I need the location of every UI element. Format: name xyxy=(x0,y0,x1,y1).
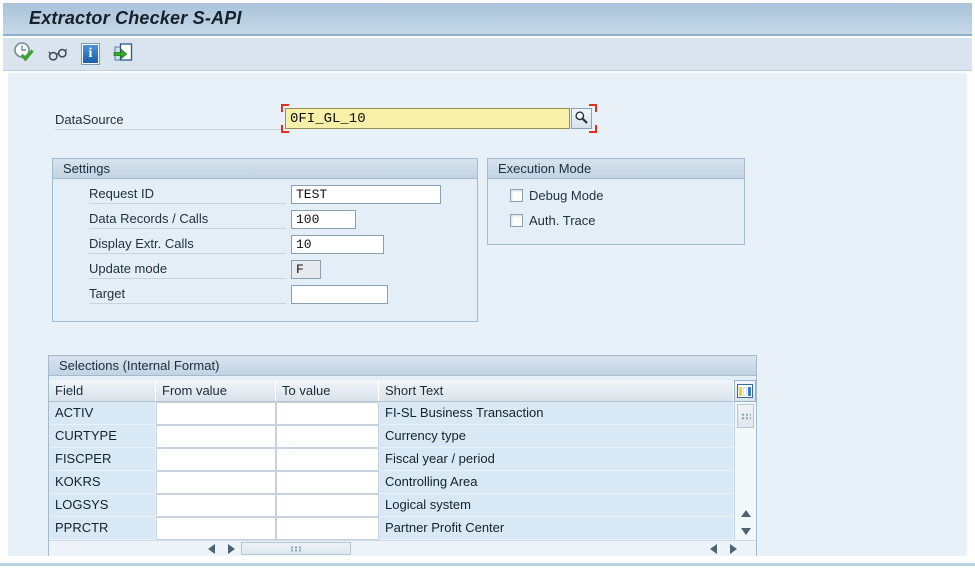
table-row: CURTYPE Currency type xyxy=(49,425,756,448)
table-row: ACTIV FI-SL Business Transaction xyxy=(49,402,756,425)
page-title: Extractor Checker S-API xyxy=(29,3,242,34)
triangle-up-icon xyxy=(741,510,751,517)
vertical-scrollbar[interactable] xyxy=(734,402,756,540)
settings-group: Settings Request ID Data Records / Calls… xyxy=(52,158,478,322)
display-button[interactable] xyxy=(45,42,70,67)
update-mode-label: Update mode xyxy=(89,260,286,279)
application-toolbar: i xyxy=(3,38,972,71)
horizontal-scrollbar[interactable] xyxy=(49,540,756,556)
from-value-cell[interactable] xyxy=(156,448,276,471)
to-value-cell[interactable] xyxy=(276,402,379,425)
scroll-left-button[interactable] xyxy=(202,541,220,556)
short-text-cell: Partner Profit Center xyxy=(379,517,734,540)
datasource-label: DataSource xyxy=(55,110,285,130)
target-label: Target xyxy=(89,285,286,304)
execution-mode-group: Execution Mode Debug Mode Auth. Trace xyxy=(487,158,745,245)
from-value-cell[interactable] xyxy=(156,425,276,448)
selections-group-title: Selections (Internal Format) xyxy=(49,356,756,376)
short-text-cell: Logical system xyxy=(379,494,734,517)
to-value-cell[interactable] xyxy=(276,494,379,517)
table-row: LOGSYS Logical system xyxy=(49,494,756,517)
table-row: PPRCTR Partner Profit Center xyxy=(49,517,756,540)
auth-trace-label: Auth. Trace xyxy=(529,213,595,228)
from-value-cell[interactable] xyxy=(156,402,276,425)
datasource-search-button[interactable] xyxy=(571,108,592,129)
column-header-field[interactable]: Field xyxy=(49,380,156,402)
short-text-cell: Controlling Area xyxy=(379,471,734,494)
to-value-cell[interactable] xyxy=(276,448,379,471)
field-cell: CURTYPE xyxy=(49,425,156,448)
debug-mode-label: Debug Mode xyxy=(529,188,603,203)
display-glasses-icon xyxy=(47,42,69,67)
to-value-cell[interactable] xyxy=(276,425,379,448)
data-records-calls-input[interactable] xyxy=(291,210,356,229)
execute-button[interactable] xyxy=(12,42,37,67)
execution-mode-group-title: Execution Mode xyxy=(488,159,744,179)
settings-group-title: Settings xyxy=(53,159,477,179)
scroll-up-button[interactable] xyxy=(736,504,756,522)
exit-button[interactable] xyxy=(111,42,136,67)
request-id-input[interactable] xyxy=(291,185,441,204)
window-bottom-edge xyxy=(0,563,975,566)
datasource-input[interactable] xyxy=(285,108,570,129)
data-records-calls-label: Data Records / Calls xyxy=(89,210,286,229)
horizontal-scrollbar-thumb[interactable] xyxy=(241,542,351,555)
field-cell: ACTIV xyxy=(49,402,156,425)
table-settings-button[interactable] xyxy=(734,380,756,402)
execute-icon xyxy=(13,41,36,67)
field-cell: PPRCTR xyxy=(49,517,156,540)
main-content: DataSource Settings Request ID Data Reco… xyxy=(8,73,967,556)
triangle-left-icon xyxy=(710,544,717,554)
from-value-cell[interactable] xyxy=(156,494,276,517)
search-icon xyxy=(574,110,589,128)
triangle-right-icon xyxy=(228,544,235,554)
column-header-from-value[interactable]: From value xyxy=(156,380,276,402)
field-cell: LOGSYS xyxy=(49,494,156,517)
to-value-cell[interactable] xyxy=(276,471,379,494)
short-text-cell: Fiscal year / period xyxy=(379,448,734,471)
scroll-right-button[interactable] xyxy=(222,541,240,556)
table-row: FISCPER Fiscal year / period xyxy=(49,448,756,471)
scroll-down-button[interactable] xyxy=(736,522,756,540)
table-row: KOKRS Controlling Area xyxy=(49,471,756,494)
to-value-cell[interactable] xyxy=(276,517,379,540)
title-bar: Extractor Checker S-API xyxy=(3,3,972,36)
short-text-cell: FI-SL Business Transaction xyxy=(379,402,734,425)
field-cell: FISCPER xyxy=(49,448,156,471)
scroll-left-button-right[interactable] xyxy=(704,541,722,556)
vertical-scrollbar-thumb[interactable] xyxy=(737,404,754,428)
info-icon: i xyxy=(81,43,100,65)
field-cell: KOKRS xyxy=(49,471,156,494)
triangle-down-icon xyxy=(741,528,751,535)
debug-mode-checkbox[interactable] xyxy=(510,189,523,202)
scroll-right-button-right[interactable] xyxy=(724,541,742,556)
sap-window: Extractor Checker S-API xyxy=(0,0,975,568)
column-header-short-text[interactable]: Short Text xyxy=(379,380,734,402)
request-id-label: Request ID xyxy=(89,185,286,204)
table-config-icon xyxy=(737,384,753,398)
update-mode-input[interactable] xyxy=(291,260,321,279)
selections-group: Selections (Internal Format) Field From … xyxy=(48,355,757,556)
info-button[interactable]: i xyxy=(78,42,103,67)
display-extr-calls-label: Display Extr. Calls xyxy=(89,235,286,254)
short-text-cell: Currency type xyxy=(379,425,734,448)
exit-icon xyxy=(112,41,135,67)
from-value-cell[interactable] xyxy=(156,471,276,494)
triangle-left-icon xyxy=(208,544,215,554)
triangle-right-icon xyxy=(730,544,737,554)
target-input[interactable] xyxy=(291,285,388,304)
display-extr-calls-input[interactable] xyxy=(291,235,384,254)
auth-trace-checkbox[interactable] xyxy=(510,214,523,227)
from-value-cell[interactable] xyxy=(156,517,276,540)
column-header-to-value[interactable]: To value xyxy=(276,380,379,402)
